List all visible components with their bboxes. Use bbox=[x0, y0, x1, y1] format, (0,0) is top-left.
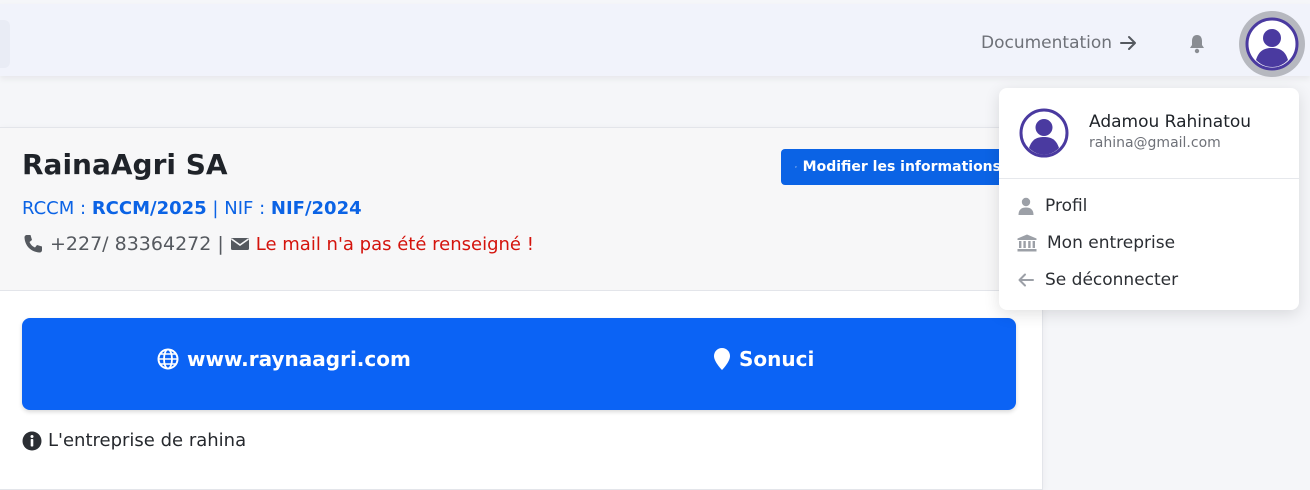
user-email: rahina@gmail.com bbox=[1089, 135, 1221, 151]
menu-item-mon-entreprise[interactable]: Mon entreprise bbox=[1017, 231, 1175, 255]
company-contact: +227/ 83364272 | Le mail n'a pas été ren… bbox=[22, 233, 534, 255]
nif-label: NIF : bbox=[224, 198, 266, 219]
arrow-left-icon bbox=[1018, 273, 1034, 287]
info-circle-icon bbox=[22, 431, 42, 450]
phone-icon bbox=[24, 235, 42, 253]
company-links-band: www.raynaagri.com Sonuci bbox=[22, 318, 1016, 410]
ids-separator: | bbox=[212, 198, 219, 219]
menu-divider bbox=[999, 178, 1299, 179]
envelope-icon bbox=[230, 238, 249, 250]
user-icon bbox=[1018, 197, 1034, 215]
company-description: L'entreprise de rahina bbox=[22, 430, 246, 451]
edit-company-label: Modifier les informations bbox=[802, 159, 1001, 175]
menu-item-profil[interactable]: Profil bbox=[1017, 194, 1087, 218]
menu-item-label: Profil bbox=[1045, 196, 1088, 216]
phone-number: +227/ 83364272 bbox=[50, 233, 212, 255]
menu-item-logout[interactable]: Se déconnecter bbox=[1017, 268, 1178, 292]
website-link[interactable]: www.raynaagri.com bbox=[157, 346, 411, 372]
documentation-label: Documentation bbox=[981, 33, 1113, 53]
rccm-value: RCCM/2025 bbox=[91, 198, 207, 219]
documentation-link[interactable]: Documentation bbox=[981, 29, 1138, 57]
user-avatar-icon bbox=[1019, 108, 1069, 158]
menu-item-label: Mon entreprise bbox=[1047, 233, 1176, 253]
arrow-right-icon bbox=[1120, 36, 1137, 50]
edit-icon bbox=[795, 166, 797, 168]
company-name: RainaAgri SA bbox=[22, 148, 228, 181]
top-navbar: Documentation bbox=[0, 4, 1310, 77]
user-avatar-button[interactable] bbox=[1239, 11, 1305, 77]
user-name: Adamou Rahinatou bbox=[1089, 112, 1252, 132]
edit-company-button[interactable]: Modifier les informations bbox=[781, 149, 1011, 185]
company-card: RainaAgri SA RCCM : RCCM/2025 | NIF : NI… bbox=[0, 127, 1043, 490]
map-pin-icon bbox=[714, 348, 730, 370]
sidebar-toggle-stub[interactable] bbox=[0, 20, 10, 68]
bank-icon bbox=[1017, 234, 1037, 252]
bell-icon[interactable] bbox=[1188, 34, 1206, 54]
globe-icon bbox=[157, 348, 179, 370]
company-ids: RCCM : RCCM/2025 | NIF : NIF/2024 bbox=[22, 198, 362, 219]
user-dropdown-menu: Adamou Rahinatou rahina@gmail.com Profil… bbox=[999, 88, 1299, 310]
nif-value: NIF/2024 bbox=[270, 198, 362, 219]
description-text: L'entreprise de rahina bbox=[48, 430, 247, 451]
user-avatar-icon bbox=[1245, 17, 1299, 71]
rccm-label: RCCM : bbox=[22, 198, 87, 219]
mail-missing-warning: Le mail n'a pas été renseigné ! bbox=[255, 233, 534, 255]
contact-separator: | bbox=[217, 233, 224, 255]
location-name: Sonuci bbox=[739, 347, 815, 371]
company-card-header: RainaAgri SA RCCM : RCCM/2025 | NIF : NI… bbox=[0, 128, 1042, 291]
location-info: Sonuci bbox=[713, 346, 814, 372]
menu-item-label: Se déconnecter bbox=[1045, 270, 1179, 290]
website-url: www.raynaagri.com bbox=[187, 347, 411, 371]
